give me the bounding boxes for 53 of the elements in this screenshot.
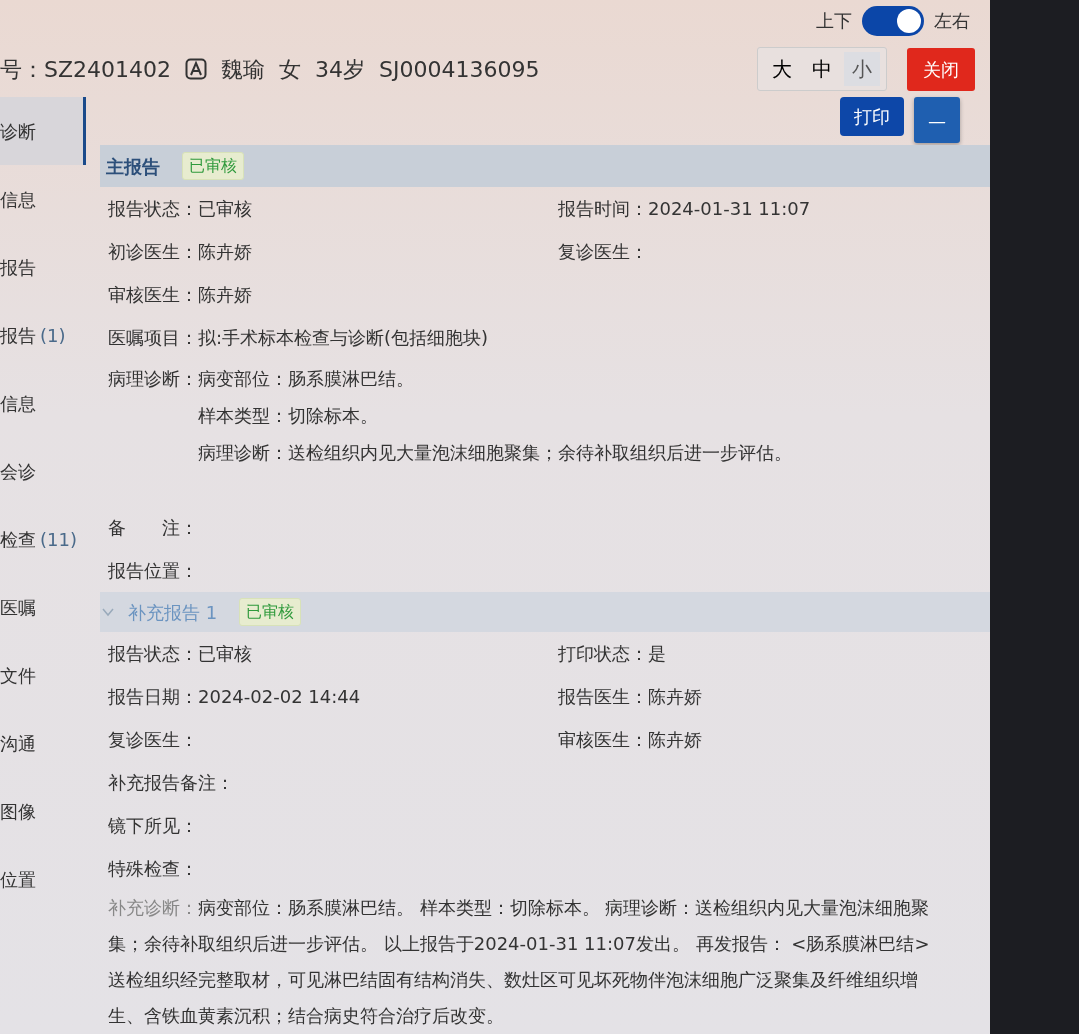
section-title: 主报告 (106, 154, 160, 179)
patient-age: 34岁 (315, 55, 365, 84)
section-title: 补充报告 1 (128, 600, 218, 625)
status-badge: 已审核 (239, 598, 302, 626)
sidebar-item[interactable]: 图像 (0, 777, 86, 845)
font-size-option[interactable]: 大 (764, 52, 800, 87)
field-text: 报告医生：陈卉娇 (558, 685, 703, 709)
field-text: 报告状态：已审核 (108, 642, 253, 666)
field-text: 报告时间：2024-01-31 11:07 (558, 197, 812, 221)
field-text: 打印状态：是 (558, 642, 667, 666)
field-text: 医嘱项目：拟:手术标本检查与诊断(包括细胞块) (108, 326, 490, 350)
close-button[interactable]: 关闭 (907, 47, 975, 91)
supplementary-diagnosis-text: 补充诊断：病变部位：肠系膜淋巴结。 样本类型：切除标本。 病理诊断：送检组织内见大量泡沫细胞聚集；余待补取组织后进一步评估。 以上报告于2024-01-31 11:07发出。 再发报告： <肠系膜淋巴结>送检组织经完整取材，可见淋巴结固有结构消失、数灶区可见坏死物伴泡沫细胞广泛聚集及纤维组织增生、含铁血黄素沉积；结合病史符合治疗后改变。 (108, 896, 931, 1028)
field-text: 复诊医生： (108, 728, 199, 752)
field-label: 病理诊断： (108, 367, 198, 391)
sidebar-item[interactable]: 信息 (0, 369, 86, 437)
field-text: 补充报告备注： (108, 771, 235, 795)
sidebar-item[interactable]: 报告 (1) (0, 301, 86, 369)
layout-option-label: 左右 (934, 9, 970, 34)
patient-name: 魏瑜 (221, 55, 265, 84)
field-text: 报告状态：已审核 (108, 197, 253, 221)
record-number: 号：SZ2401402 (0, 55, 171, 84)
font-size-option[interactable]: 中 (804, 52, 840, 87)
sidebar-item[interactable]: 沟通 (0, 709, 86, 777)
font-size-option[interactable]: 小 (844, 52, 880, 87)
field-text: 审核医生：陈卉娇 (558, 728, 703, 752)
sidebar-item[interactable]: 会诊 (0, 437, 86, 505)
sidebar-item[interactable]: 报告 (0, 233, 86, 301)
status-badge: 已审核 (182, 152, 244, 180)
field-text: 报告日期：2024-02-02 14:44 (108, 685, 362, 709)
specimen-number: SJ0004136095 (379, 55, 540, 84)
field-value: 病理诊断：送检组织内见大量泡沫细胞聚集；余待补取组织后进一步评估。 (198, 441, 792, 465)
layout-option-label: 上下 (816, 9, 852, 34)
sidebar-item[interactable]: 文件 (0, 641, 86, 709)
sidebar-item[interactable]: 诊断 (0, 97, 86, 165)
patient-sex: 女 (279, 55, 301, 84)
field-text: 初诊医生：陈卉娇 (108, 240, 253, 264)
sidebar-item[interactable]: 检查 (11) (0, 505, 86, 573)
field-text: 镜下所见： (108, 814, 199, 838)
sidebar-item[interactable]: 信息 (0, 165, 86, 233)
field-text: 报告位置： (108, 559, 199, 583)
sidebar-item[interactable]: 医嘱 (0, 573, 86, 641)
collapse-button[interactable]: — (914, 97, 960, 143)
field-value: 病变部位：肠系膜淋巴结。 (198, 367, 415, 391)
sidebar-item[interactable]: 位置 (0, 845, 86, 913)
field-text: 特殊检查： (108, 857, 199, 881)
layout-toggle-switch[interactable] (862, 5, 924, 36)
letter-a-icon (185, 58, 207, 81)
field-text: 审核医生：陈卉娇 (108, 283, 253, 307)
print-button[interactable]: 打印 (840, 97, 904, 136)
field-text: 备 注： (108, 516, 199, 540)
field-value: 样本类型：切除标本。 (198, 404, 379, 428)
field-text: 复诊医生： (558, 240, 649, 264)
